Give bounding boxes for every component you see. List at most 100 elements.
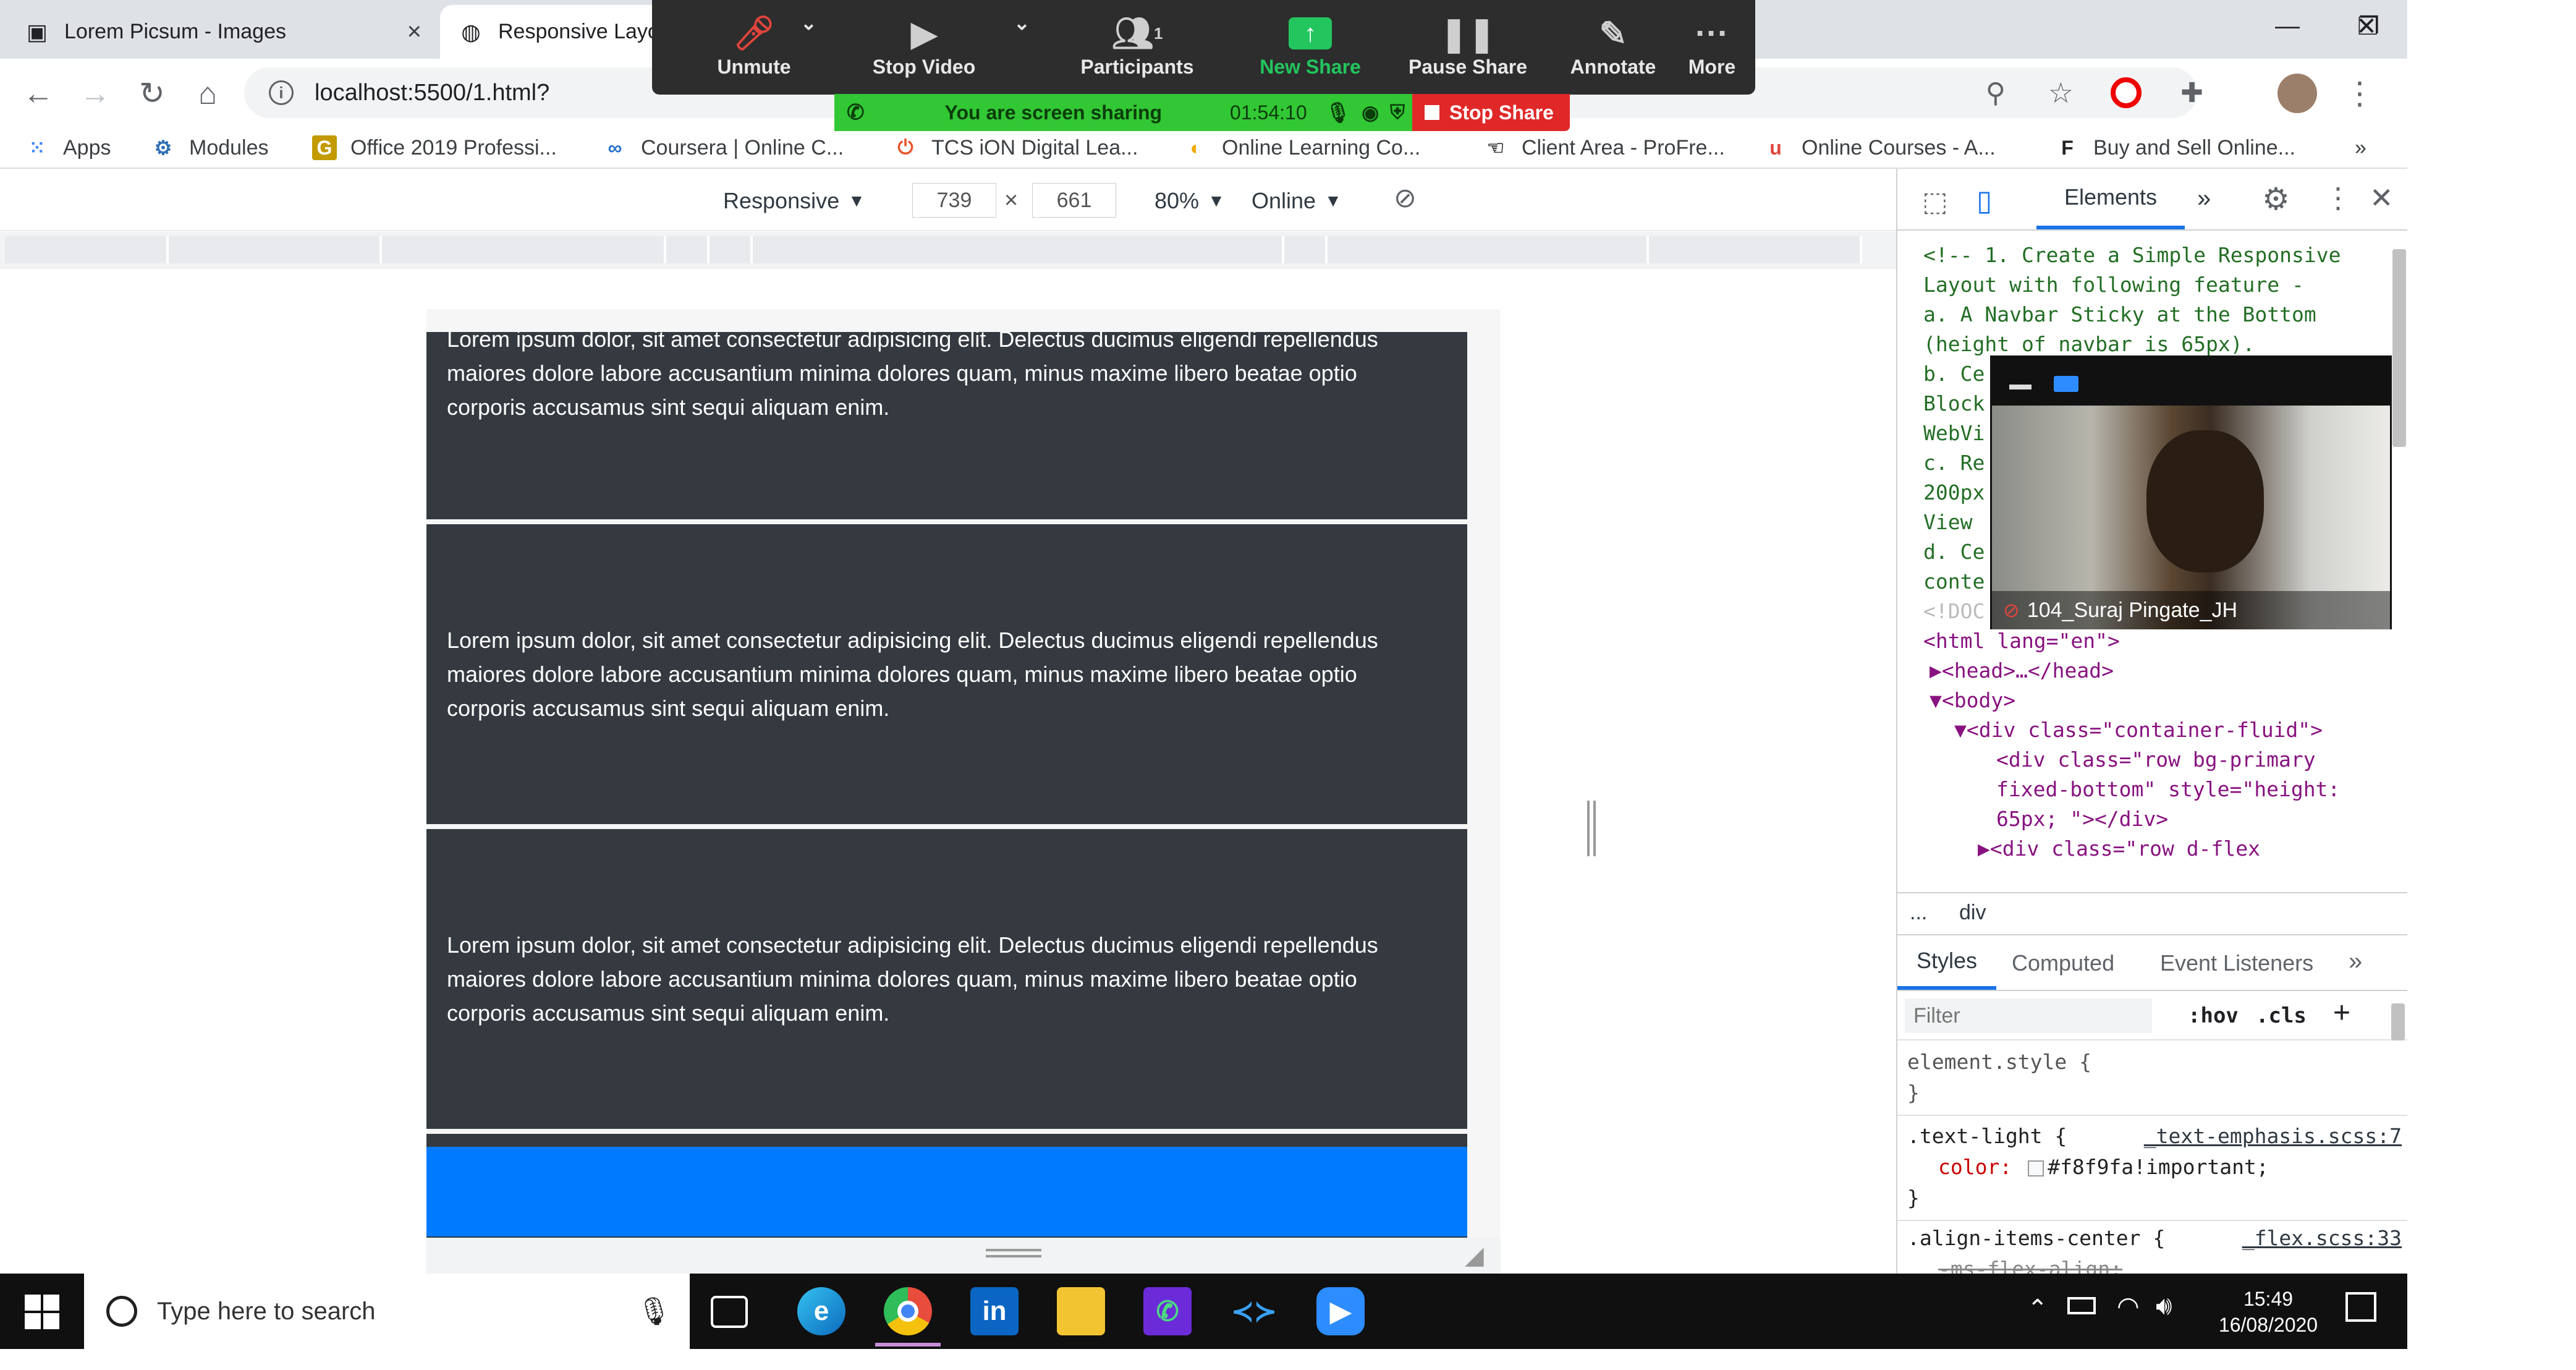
css-value: #f8f9fa!important; [2048, 1155, 2269, 1179]
bookmark-online-courses[interactable]: u Online Courses - A... [1763, 133, 1995, 163]
forward-arrow-icon[interactable]: → [72, 70, 119, 117]
action-center-icon[interactable] [2345, 1292, 2376, 1322]
chrome-icon[interactable] [875, 1287, 941, 1347]
audio-options-chevron-icon[interactable]: ⌄ [800, 11, 817, 88]
pause-share-button[interactable]: ❚❚ Pause Share [1391, 11, 1545, 88]
responsive-dropdown[interactable]: Responsive ▼ [723, 184, 865, 218]
minimize-video-icon[interactable] [2009, 385, 2032, 389]
close-devtools-icon[interactable]: ✕ [2370, 181, 2394, 215]
breadcrumb-ellipsis[interactable]: ... [1910, 901, 1927, 925]
tab-computed[interactable]: Computed [2012, 950, 2114, 976]
devtools-menu-icon[interactable]: ⋮ [2324, 181, 2352, 215]
viewport-height-input[interactable]: 661 [1032, 183, 1116, 218]
dropdown-caret-icon: ▼ [848, 191, 865, 210]
code-line: Block [1923, 391, 1985, 415]
linkedin-icon[interactable]: in [970, 1287, 1019, 1335]
volume-icon[interactable]: 🔊︎ [2156, 1291, 2172, 1321]
participants-label: Participants [1080, 56, 1194, 78]
settings-gear-icon[interactable]: ⚙ [2262, 181, 2290, 217]
expand-video-icon[interactable] [2054, 376, 2078, 392]
chrome-menu-icon[interactable]: ⋮ [2336, 70, 2383, 117]
network-throttle-dropdown[interactable]: Online ▼ [1252, 184, 1342, 218]
participants-button[interactable]: 👥︎ 1 Participants [1048, 11, 1227, 88]
site-info-icon[interactable]: i [269, 80, 294, 105]
more-tabs-icon[interactable]: » [2349, 948, 2362, 976]
styles-scrollbar[interactable] [2391, 1003, 2405, 1040]
inspect-element-icon[interactable]: ⬚ [1922, 186, 1948, 218]
breadcrumb-div[interactable]: div [1959, 901, 1986, 925]
rotate-icon[interactable]: ⊘ [1394, 182, 1417, 214]
edge-icon[interactable]: e [797, 1287, 845, 1335]
rule-source-link[interactable]: _flex.scss:33 [2242, 1223, 2402, 1254]
style-rule-text-light[interactable]: .text-light { _text-emphasis.scss:7 colo… [1907, 1121, 2402, 1214]
bookmark-client-area[interactable]: ☜ Client Area - ProFre... [1483, 133, 1725, 163]
stop-share-button[interactable]: Stop Share [1412, 94, 1570, 131]
stop-video-label: Stop Video [872, 56, 976, 78]
viewport-width-input[interactable]: 739 [912, 183, 996, 218]
reload-icon[interactable]: ↻ [129, 70, 176, 117]
new-style-rule-icon[interactable]: + [2333, 996, 2350, 1030]
color-swatch[interactable] [2028, 1160, 2044, 1176]
media-query-ruler[interactable] [0, 231, 1896, 268]
battery-icon[interactable] [2067, 1297, 2096, 1314]
more-tabs-icon[interactable]: » [2197, 185, 2211, 213]
viewport-bottom-resize-strip[interactable]: ◢ [426, 1238, 1501, 1274]
back-arrow-icon[interactable]: ← [15, 70, 62, 117]
profile-avatar[interactable] [2277, 74, 2317, 113]
elements-scrollbar[interactable] [2392, 249, 2406, 447]
zoom-app-icon[interactable]: ▶︎ [1316, 1287, 1365, 1335]
more-button[interactable]: ··· More [1672, 11, 1752, 88]
zoom-lens-icon[interactable]: ⚲ [1986, 77, 2006, 109]
home-icon[interactable]: ⌂ [184, 70, 231, 117]
style-rule-element[interactable]: element.style { } [1907, 1047, 2402, 1108]
bookmark-tcs[interactable]: ⏻ TCS iON Digital Lea... [893, 133, 1138, 163]
whatsapp-icon[interactable]: ✆ [1143, 1287, 1192, 1335]
zoom-dropdown[interactable]: 80% ▼ [1155, 184, 1225, 218]
microphone-icon[interactable]: 🎙︎ [637, 1295, 671, 1327]
tab-styles[interactable]: Styles [1897, 935, 1996, 990]
content-card: Lorem ipsum dolor, sit amet consectetur … [426, 524, 1467, 824]
vscode-icon[interactable]: ≺≻ [1230, 1287, 1278, 1335]
taskbar-search-box[interactable]: Type here to search 🎙︎ [84, 1274, 690, 1349]
show-hidden-icons-chevron[interactable]: ⌃ [2027, 1295, 2048, 1323]
opera-extension-icon[interactable] [2111, 77, 2142, 108]
tab-lorem-picsum[interactable]: ▣ Lorem Picsum - Images × [6, 5, 439, 59]
styles-filter-input[interactable] [1905, 998, 2152, 1033]
new-share-button[interactable]: ↑ New Share [1233, 11, 1388, 88]
bookmarks-overflow[interactable]: » [2355, 133, 2366, 163]
wifi-icon[interactable]: ◠ [2117, 1291, 2140, 1321]
content-card: Lorem ipsum dolor, sit amet consectetur … [426, 326, 1467, 519]
right-resize-handle-icon[interactable] [1587, 801, 1596, 856]
close-window-icon[interactable]: ✕ [2326, 0, 2407, 53]
file-explorer-icon[interactable] [1057, 1287, 1105, 1335]
corner-resize-icon[interactable]: ◢ [1465, 1241, 1484, 1270]
windows-start-icon[interactable] [25, 1295, 59, 1329]
bookmark-apps[interactable]: ⁙ Apps [25, 133, 111, 163]
task-view-icon[interactable] [711, 1296, 748, 1328]
code-line: c. Re [1923, 451, 1985, 475]
device-mode-icon[interactable]: ▯ [1976, 184, 1992, 217]
extensions-puzzle-icon[interactable]: ✚ [2180, 77, 2203, 109]
zoom-video-thumbnail[interactable]: ⊘ 104_Suraj Pingate_JH [1990, 355, 2392, 629]
bookmark-star-icon[interactable]: ☆ [2048, 76, 2074, 109]
video-options-chevron-icon[interactable]: ⌄ [1014, 11, 1030, 88]
bookmark-online-learning[interactable]: ◐ Online Learning Co... [1184, 133, 1420, 163]
hov-toggle[interactable]: :hov [2188, 1003, 2239, 1028]
minimize-icon[interactable]: — [2247, 0, 2328, 53]
stop-video-button[interactable]: ▶︎ Stop Video [844, 11, 1004, 88]
tab-event-listeners[interactable]: Event Listeners [2160, 950, 2313, 976]
tab-elements[interactable]: Elements [2036, 169, 2185, 229]
code-line: ▶<head>…</head> [1930, 658, 2114, 683]
taskbar-clock[interactable]: 15:49 16/08/2020 [2206, 1286, 2330, 1338]
annotate-button[interactable]: ✎ Annotate [1542, 11, 1684, 88]
bookmark-modules[interactable]: ⚙ Modules [151, 133, 269, 163]
bookmark-coursera[interactable]: ∞ Coursera | Online C... [603, 133, 844, 163]
resize-handle-icon[interactable] [986, 1249, 1041, 1251]
pause-icon: ❚❚ [1439, 15, 1496, 53]
bookmark-office[interactable]: G Office 2019 Professi... [312, 133, 557, 163]
rule-source-link[interactable]: _text-emphasis.scss:7 [2144, 1121, 2402, 1152]
close-tab-icon[interactable]: × [407, 18, 422, 46]
cls-toggle[interactable]: .cls [2256, 1003, 2307, 1028]
bookmark-buy-sell[interactable]: F Buy and Sell Online... [2055, 133, 2295, 163]
rule-close: } [1907, 1081, 1920, 1105]
